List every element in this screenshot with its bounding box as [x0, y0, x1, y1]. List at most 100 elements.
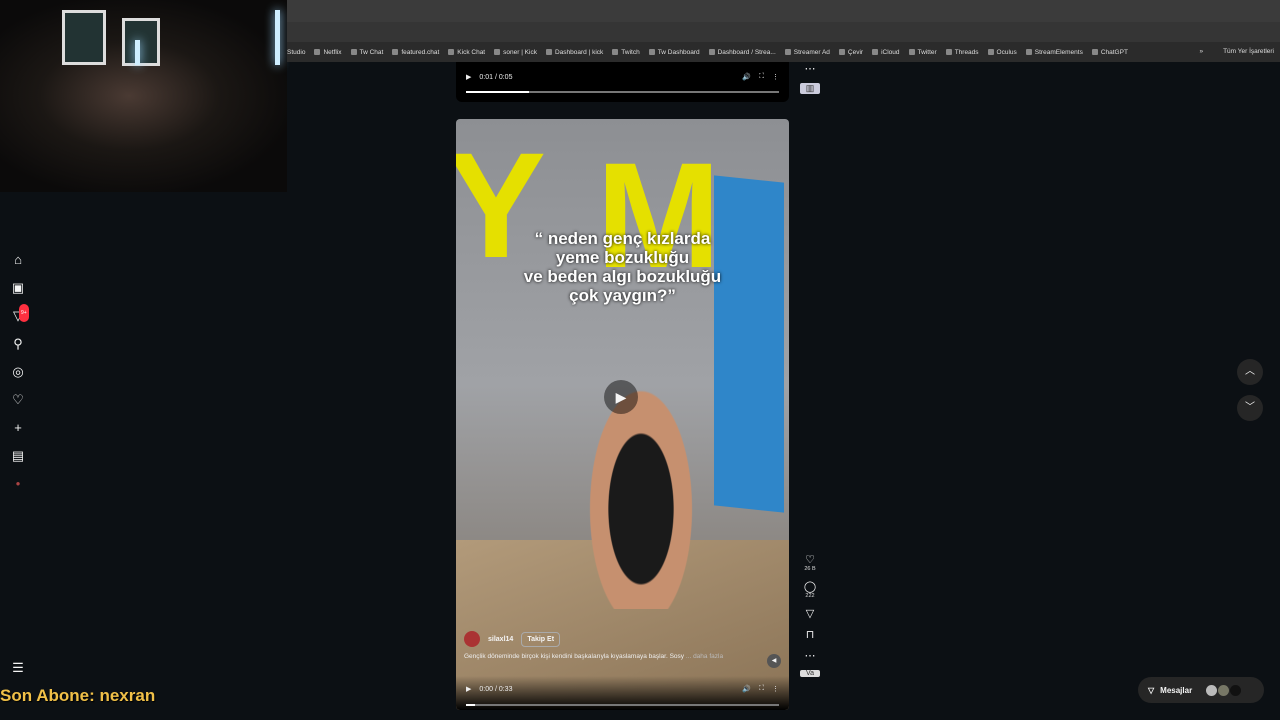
all-bookmarks-label: Tüm Yer İşaretleri [1223, 48, 1274, 55]
bookmark-icon [1091, 49, 1098, 55]
bookmark-label: Tw Dashboard [657, 48, 700, 56]
bookmark-item[interactable]: soner | Kick [494, 49, 537, 56]
more-link[interactable]: ... daha fazla [686, 653, 723, 660]
bookmark-icon [908, 49, 915, 55]
previous-video[interactable]: ▶ 0:01 / 0:05 🔊 ⛶ ⋮ [456, 62, 789, 102]
bookmark-icon [494, 49, 501, 55]
username[interactable]: silaxl14 [488, 636, 513, 643]
address-bar[interactable] [287, 22, 1280, 42]
more-icon[interactable]: ⋮ [772, 685, 779, 693]
play-icon[interactable]: ▶ [466, 685, 471, 693]
bookmark-icon [392, 49, 399, 55]
all-bookmarks[interactable]: » Tüm Yer İşaretleri [1199, 48, 1274, 55]
messages-badge: 9+ [19, 304, 29, 322]
previous-reel-button[interactable]: ︿ [1237, 359, 1263, 385]
like-button[interactable]: ♡ 26 B [800, 553, 820, 572]
audio-icon[interactable]: ▥ [800, 83, 820, 94]
bookmark-label: Streamer Ad [793, 48, 830, 56]
bookmark-item[interactable]: StreamElements [1025, 48, 1083, 56]
bookmark-item[interactable]: Twitch [612, 48, 640, 56]
bookmark-item[interactable]: Streamer Ad [784, 48, 830, 56]
search-icon[interactable]: ⚲ [10, 336, 26, 352]
bookmark-item[interactable]: Threads [945, 48, 979, 56]
caption-line: ve beden algı bozukluğu [523, 267, 722, 286]
more-bookmarks[interactable]: » [1199, 48, 1203, 55]
wall-frame [62, 10, 106, 65]
description: Gençlik döneminde birçok kişi kendini ba… [464, 653, 685, 660]
caption-line: yeme bozukluğu [555, 248, 690, 267]
bookmark-label: Tw Chat [359, 48, 384, 56]
bookmark-item[interactable]: Tw Dashboard [648, 48, 700, 56]
home-icon[interactable]: ⌂ [10, 252, 26, 268]
notifications-icon[interactable]: ♡ [10, 392, 26, 408]
bookmark-item[interactable]: Çevir [838, 48, 864, 56]
video-controls: ▶ 0:01 / 0:05 🔊 ⛶ ⋮ [456, 62, 789, 92]
bookmark-icon [708, 49, 715, 55]
profile-icon[interactable]: ● [10, 476, 26, 492]
volume-icon[interactable]: 🔊 [742, 685, 751, 693]
fullscreen-icon[interactable]: ⛶ [759, 73, 764, 81]
bookmark-item[interactable]: Studio [287, 49, 305, 56]
comment-button[interactable]: ◯ 222 [800, 580, 820, 599]
play-icon[interactable]: ▶ [466, 73, 471, 81]
play-button[interactable]: ▶ [604, 380, 638, 414]
message-avatars [1206, 684, 1242, 696]
video-time: 0:01 / 0:05 [479, 73, 513, 81]
messages-button[interactable]: ▽ Mesajlar [1138, 677, 1264, 703]
bookmark-item[interactable]: iCloud [872, 49, 900, 56]
bookmark-icon[interactable]: ⊓ [800, 628, 820, 641]
bookmark-icon [872, 49, 879, 55]
video-time: 0:00 / 0:33 [479, 685, 513, 693]
avatar[interactable] [464, 631, 480, 647]
menu-icon[interactable]: ☰ [10, 660, 26, 676]
bookmark-label: Netflix [323, 48, 342, 56]
bookmark-item[interactable]: Kick Chat [448, 49, 485, 56]
bookmark-label: Twitch [621, 48, 640, 56]
bookmark-item[interactable]: Twitter [908, 48, 937, 56]
messages-icon[interactable]: ▽ 9+ [10, 304, 29, 324]
caption-line: çok yaygın?” [569, 286, 676, 305]
explore-icon[interactable]: ◎ [10, 364, 26, 380]
bookmark-label: Dashboard / Strea... [717, 48, 776, 56]
mute-icon[interactable]: ◀ [767, 654, 781, 668]
bookmark-label: featured.chat [401, 48, 440, 56]
caption-line: “ neden genç kızlarda [534, 229, 711, 248]
bookmark-item[interactable]: Dashboard | kick [545, 49, 603, 56]
reel-info: silaxl14 Takip Et Gençlik döneminde birç… [464, 631, 781, 660]
next-reel-button[interactable]: ﹀ [1237, 395, 1263, 421]
fullscreen-icon[interactable]: ⛶ [759, 685, 764, 693]
audio-icon[interactable]: Va [800, 670, 820, 677]
bookmark-item[interactable]: ChatGPT [1091, 49, 1128, 56]
more-icon[interactable]: ⋯ [800, 62, 820, 75]
create-icon[interactable]: + [10, 420, 26, 436]
last-subscriber-overlay: Son Abone: nexran [0, 686, 156, 705]
reels-icon[interactable]: ▣ [10, 280, 26, 296]
more-icon[interactable]: ⋯ [800, 649, 820, 662]
bookmark-item[interactable]: Tw Chat [350, 48, 384, 56]
wall-frame [122, 18, 160, 66]
video-progress[interactable] [466, 91, 779, 93]
bookmark-label: Çevir [847, 48, 864, 56]
follow-button[interactable]: Takip Et [521, 631, 561, 647]
bookmark-item[interactable]: Dashboard / Strea... [708, 48, 776, 56]
bookmark-item[interactable]: featured.chat [392, 49, 439, 56]
bookmark-label: Threads [954, 48, 979, 56]
bookmark-label: StreamElements [1034, 48, 1083, 56]
dashboard-icon[interactable]: ▤ [10, 448, 26, 464]
bookmark-item[interactable]: Oculus [987, 49, 1017, 56]
video-progress[interactable] [466, 704, 779, 706]
bookmark-icon [612, 49, 619, 55]
bookmark-icon [1025, 49, 1032, 55]
blue-mat [714, 175, 784, 513]
share-icon[interactable]: ▽ [800, 607, 820, 620]
volume-icon[interactable]: 🔊 [742, 73, 751, 81]
bookmark-icon [545, 49, 552, 55]
bookmark-label: Twitter [917, 48, 937, 56]
more-icon[interactable]: ⋮ [772, 73, 779, 81]
messages-label: Mesajlar [1160, 685, 1193, 695]
bookmark-icon [350, 49, 357, 55]
bookmark-item[interactable]: Netflix [314, 48, 342, 56]
bookmark-icon [784, 49, 791, 55]
reel-video[interactable]: Y M “ neden genç kızlarda yeme bozukluğu… [456, 119, 789, 710]
comment-icon: ◯ [803, 581, 817, 593]
